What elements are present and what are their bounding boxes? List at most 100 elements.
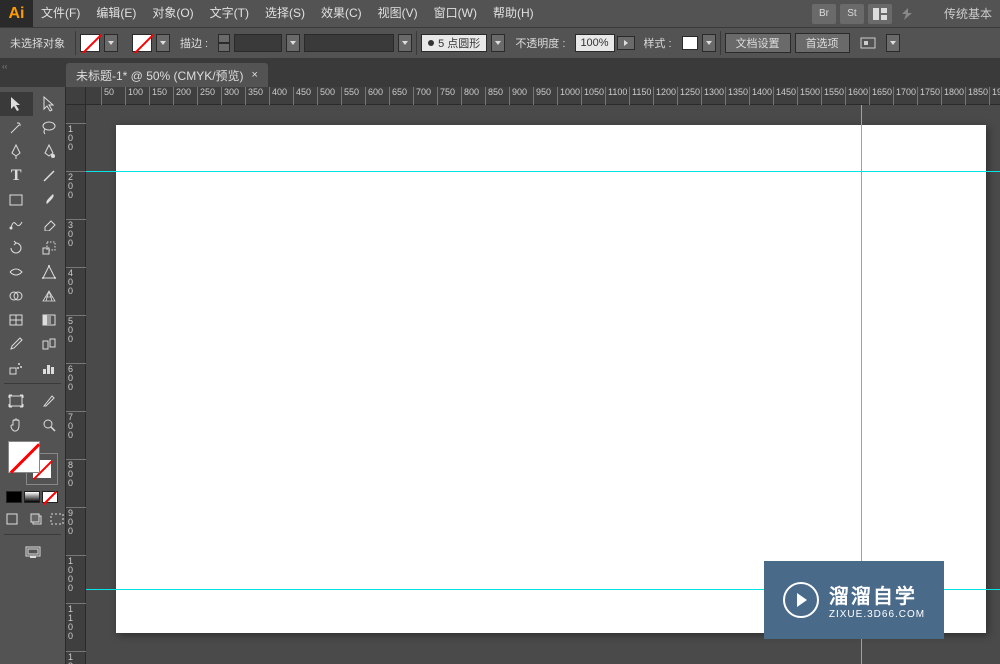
ruler-tick: 3 0 0 (66, 219, 86, 249)
menu-help[interactable]: 帮助(H) (485, 0, 542, 27)
stroke-dropdown[interactable] (156, 34, 170, 52)
pen-tool[interactable] (0, 140, 33, 164)
eyedropper-tool[interactable] (0, 332, 33, 356)
ruler-tick: 200 (173, 87, 191, 105)
draw-mode-normal[interactable] (0, 507, 24, 531)
opacity-dropdown[interactable] (617, 36, 635, 50)
document-tab-strip: 未标题-1* @ 50% (CMYK/预览) × (0, 59, 1000, 87)
fill-stroke-control[interactable] (8, 441, 58, 485)
ruler-tick: 1250 (677, 87, 700, 105)
artboard-tool[interactable] (0, 389, 33, 413)
stroke-weight-spinner[interactable] (218, 34, 230, 52)
selection-tool[interactable] (0, 92, 33, 116)
menu-view[interactable]: 视图(V) (370, 0, 426, 27)
toolbox: T (0, 87, 66, 664)
lasso-tool[interactable] (33, 116, 66, 140)
ruler-origin[interactable] (66, 87, 86, 105)
zoom-tool[interactable] (33, 413, 66, 437)
menu-file[interactable]: 文件(F) (33, 0, 88, 27)
graphic-style-swatch[interactable] (682, 36, 698, 50)
screen-mode-tool[interactable] (0, 540, 65, 564)
ruler-tick: 1700 (893, 87, 916, 105)
separator (75, 31, 76, 55)
document-tab-title: 未标题-1* @ 50% (CMYK/预览) (76, 67, 244, 84)
stroke-swatch[interactable] (132, 34, 152, 52)
menu-select[interactable]: 选择(S) (257, 0, 313, 27)
vertical-ruler[interactable]: 1 0 02 0 03 0 04 0 05 0 06 0 07 0 08 0 0… (66, 105, 86, 664)
preferences-button[interactable]: 首选项 (795, 33, 850, 53)
menu-window[interactable]: 窗口(W) (426, 0, 485, 27)
canvas-area[interactable]: 5010015020025030035040045050055060065070… (66, 87, 1000, 664)
fill-swatch[interactable] (80, 34, 100, 52)
ruler-tick: 1400 (749, 87, 772, 105)
menu-edit[interactable]: 编辑(E) (88, 0, 144, 27)
horizontal-ruler[interactable]: 5010015020025030035040045050055060065070… (86, 87, 1000, 105)
workspace-switcher[interactable]: 传统基本 (924, 5, 992, 22)
shape-builder-tool[interactable] (0, 284, 33, 308)
document-tab[interactable]: 未标题-1* @ 50% (CMYK/预览) × (66, 63, 268, 87)
color-mode-solid[interactable] (6, 491, 22, 503)
ruler-tick: 550 (341, 87, 359, 105)
menu-effect[interactable]: 效果(C) (313, 0, 370, 27)
document-setup-button[interactable]: 文档设置 (725, 33, 791, 53)
symbol-sprayer-tool[interactable] (0, 356, 33, 380)
slice-tool[interactable] (33, 389, 66, 413)
stock-button[interactable]: St (840, 4, 864, 24)
ruler-tick: 1150 (629, 87, 651, 105)
align-dropdown[interactable] (886, 34, 900, 52)
align-to-icon[interactable] (854, 33, 882, 53)
eraser-tool[interactable] (33, 212, 66, 236)
ruler-tick: 650 (389, 87, 407, 105)
perspective-grid-tool[interactable] (33, 284, 66, 308)
guide-horizontal[interactable] (86, 171, 1000, 172)
type-tool[interactable]: T (0, 164, 33, 188)
curvature-tool[interactable] (33, 140, 66, 164)
ruler-tick: 700 (413, 87, 431, 105)
fill-dropdown[interactable] (104, 34, 118, 52)
blend-tool[interactable] (33, 332, 66, 356)
ruler-tick: 4 0 0 (66, 267, 86, 297)
width-tool[interactable] (0, 260, 33, 284)
var-width-profile[interactable] (304, 34, 394, 52)
var-width-dropdown[interactable] (398, 34, 412, 52)
column-graph-tool[interactable] (33, 356, 66, 380)
line-segment-tool[interactable] (33, 164, 66, 188)
draw-mode-inside[interactable] (49, 507, 65, 531)
menu-text[interactable]: 文字(T) (202, 0, 257, 27)
panel-collapse-icon[interactable]: ‹‹ (2, 62, 12, 71)
brush-dropdown[interactable] (491, 34, 505, 52)
ruler-tick: 250 (197, 87, 215, 105)
free-transform-tool[interactable] (33, 260, 66, 284)
selection-status: 未选择对象 (4, 35, 71, 51)
color-mode-none[interactable] (42, 491, 58, 503)
ruler-tick: 1200 (653, 87, 676, 105)
gpu-icon[interactable] (896, 4, 920, 24)
mesh-tool[interactable] (0, 308, 33, 332)
artboard[interactable] (116, 125, 986, 633)
rotate-tool[interactable] (0, 236, 33, 260)
gradient-tool[interactable] (33, 308, 66, 332)
menu-object[interactable]: 对象(O) (144, 0, 201, 27)
rectangle-tool[interactable] (0, 188, 33, 212)
opacity-input[interactable] (575, 34, 615, 52)
tab-close-icon[interactable]: × (252, 69, 258, 81)
direct-selection-tool[interactable] (33, 92, 66, 116)
brush-definition[interactable]: 5 点圆形 (421, 34, 487, 52)
graphic-style-dropdown[interactable] (702, 34, 716, 52)
shaper-tool[interactable] (0, 212, 33, 236)
arrange-docs-icon[interactable] (868, 4, 892, 24)
draw-mode-behind[interactable] (24, 507, 48, 531)
bridge-button[interactable]: Br (812, 4, 836, 24)
scale-tool[interactable] (33, 236, 66, 260)
ruler-tick: 1100 (605, 87, 627, 105)
ruler-tick: 6 0 0 (66, 363, 86, 393)
style-label: 样式 : (637, 35, 677, 51)
color-mode-gradient[interactable] (24, 491, 40, 503)
stroke-weight-input[interactable] (234, 34, 282, 52)
stroke-weight-dropdown[interactable] (286, 34, 300, 52)
fill-box[interactable] (8, 441, 40, 473)
paintbrush-tool[interactable] (33, 188, 66, 212)
hand-tool[interactable] (0, 413, 33, 437)
workspace: T (0, 87, 1000, 664)
magic-wand-tool[interactable] (0, 116, 33, 140)
